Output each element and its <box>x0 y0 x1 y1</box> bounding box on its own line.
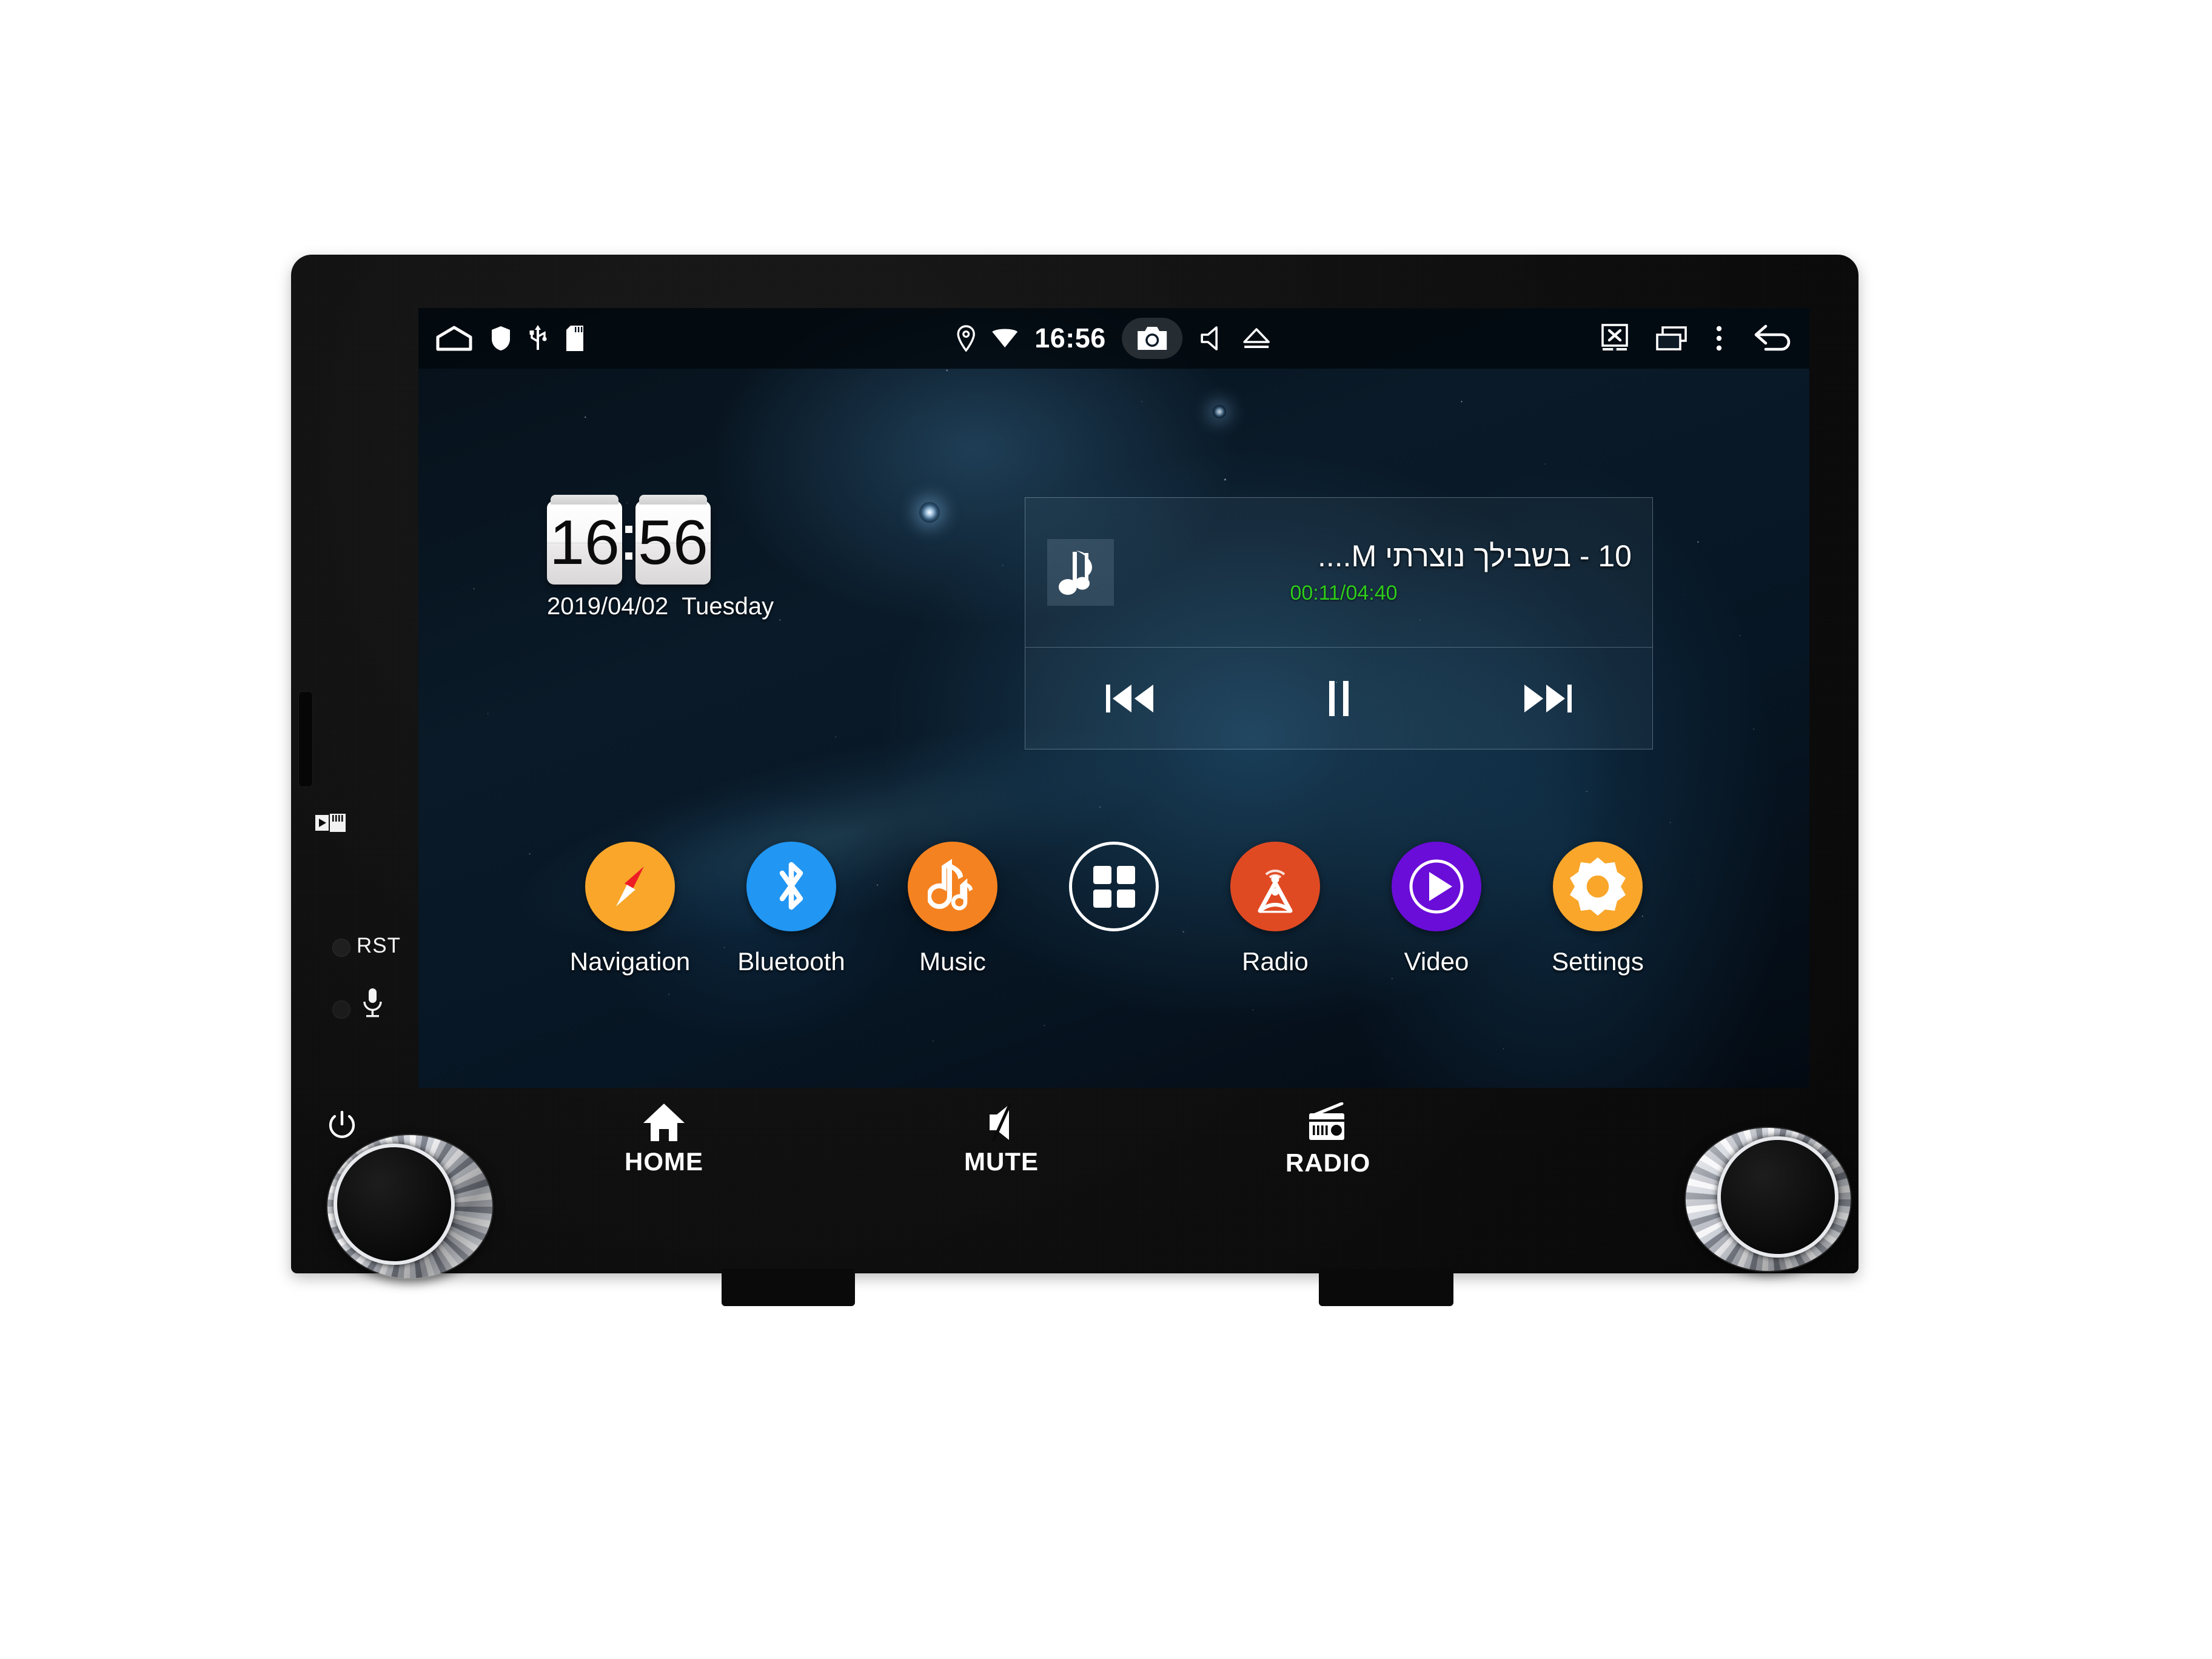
app-radio[interactable]: Radio <box>1212 842 1338 976</box>
eject-icon[interactable] <box>1242 326 1271 350</box>
radio-icon-circle <box>1230 842 1320 931</box>
flip-clock-widget[interactable]: 16 56 2019/04/02 Tuesday <box>547 495 774 620</box>
album-art-placeholder <box>1047 539 1114 606</box>
play-icon <box>1409 859 1464 914</box>
music-icon-circle <box>908 842 997 931</box>
volume-icon[interactable] <box>1198 325 1226 352</box>
clock-hours-group: 16 <box>547 495 622 585</box>
sd-card-icon <box>565 325 585 352</box>
location-pin-icon <box>957 325 975 352</box>
microsd-card-slot[interactable] <box>298 691 313 787</box>
status-bar-right-group <box>1601 324 1794 353</box>
app-navigation[interactable]: Navigation <box>567 842 693 976</box>
shield-icon <box>491 326 511 351</box>
music-info-row: 01 - בשבילך נוצרתי M.... 00:11/04:40 <box>1025 498 1652 647</box>
radio-tower-icon <box>1258 870 1293 913</box>
house-icon <box>643 1104 685 1141</box>
microphone-icon <box>363 988 382 1017</box>
hardware-mute-label: MUTE <box>964 1147 1039 1176</box>
app-music[interactable]: Music <box>890 842 1016 976</box>
sd-card-slot-icon <box>315 814 346 832</box>
status-bar-left-group <box>418 324 585 352</box>
speaker-mute-icon <box>989 1102 1011 1142</box>
usb-icon <box>529 324 547 352</box>
mounting-tab-left <box>722 1269 855 1306</box>
app-drawer-icon-circle <box>1069 842 1159 931</box>
app-label-radio: Radio <box>1242 947 1309 976</box>
screenshot-canvas: RST 16:56 16 56 2019/04/02 Tuesday 01 - … <box>0 0 2212 1659</box>
wallpaper-bright-star-2 <box>1213 405 1226 418</box>
reset-pinhole[interactable] <box>332 939 350 957</box>
music-note-icon <box>1059 551 1092 595</box>
hardware-mute-button[interactable]: MUTE <box>964 1102 1039 1176</box>
music-controls-row <box>1025 648 1652 749</box>
app-drawer[interactable] <box>1051 842 1177 947</box>
hardware-home-label: HOME <box>625 1147 703 1176</box>
clock-colon <box>622 501 635 585</box>
clock-weekday: Tuesday <box>682 593 774 620</box>
clock-hours: 16 <box>547 495 622 585</box>
app-video[interactable]: Video <box>1373 842 1500 976</box>
music-note-icon <box>928 859 973 911</box>
back-icon[interactable] <box>1750 324 1794 353</box>
touchscreen-display[interactable]: 16:56 16 56 2019/04/02 Tuesday 01 - בשבי… <box>418 308 1809 1088</box>
app-label-music: Music <box>919 947 986 976</box>
radio-receiver-icon <box>1309 1102 1345 1140</box>
grid-icon <box>1093 865 1135 908</box>
recent-apps-icon[interactable] <box>1655 325 1688 352</box>
next-track-button[interactable] <box>1443 681 1652 716</box>
app-label-navigation: Navigation <box>569 947 691 976</box>
navigation-icon-circle <box>585 842 675 931</box>
app-settings[interactable]: Settings <box>1535 842 1661 976</box>
music-player-widget[interactable]: 01 - בשבילך נוצרתי M.... 00:11/04:40 <box>1025 497 1653 749</box>
camera-icon[interactable] <box>1121 318 1182 359</box>
overflow-menu-icon[interactable] <box>1715 325 1723 352</box>
hardware-radio-label: RADIO <box>1285 1148 1371 1177</box>
app-label-video: Video <box>1404 947 1469 976</box>
app-dock: Navigation Bluetooth Music Radio Video S… <box>418 842 1809 976</box>
app-bluetooth[interactable]: Bluetooth <box>728 842 854 976</box>
pause-button[interactable] <box>1235 680 1444 717</box>
wifi-icon <box>991 328 1019 349</box>
app-label-settings: Settings <box>1552 947 1644 976</box>
hardware-home-button[interactable]: HOME <box>625 1102 703 1176</box>
screen-off-icon[interactable] <box>1601 324 1629 353</box>
status-bar: 16:56 <box>418 308 1809 369</box>
track-title: 01 - בשבילך נוצרתי M.... <box>1318 540 1632 573</box>
home-icon[interactable] <box>435 325 473 352</box>
app-label-bluetooth: Bluetooth <box>737 947 845 976</box>
status-bar-center-group: 16:56 <box>957 318 1271 359</box>
video-icon-circle <box>1392 842 1481 931</box>
clock-minutes: 56 <box>635 495 711 585</box>
reset-label: RST <box>357 934 401 957</box>
mounting-tab-right <box>1319 1269 1453 1306</box>
compass-icon <box>616 866 644 907</box>
bluetooth-icon-circle <box>746 842 836 931</box>
wallpaper-bright-star <box>919 502 940 523</box>
status-bar-clock: 16:56 <box>1034 323 1106 354</box>
settings-icon-circle <box>1553 842 1643 931</box>
hardware-button-bar: HOME MUTE RADIO <box>418 1091 1809 1243</box>
previous-track-button[interactable] <box>1025 681 1235 716</box>
track-time: 00:11/04:40 <box>1290 581 1398 605</box>
clock-minutes-group: 56 <box>635 495 711 585</box>
bluetooth-icon <box>779 862 803 910</box>
microphone-pinhole <box>332 1000 350 1019</box>
clock-date: 2019/04/02 <box>547 593 669 620</box>
gear-icon <box>1570 857 1626 916</box>
hardware-radio-button[interactable]: RADIO <box>1285 1102 1370 1178</box>
